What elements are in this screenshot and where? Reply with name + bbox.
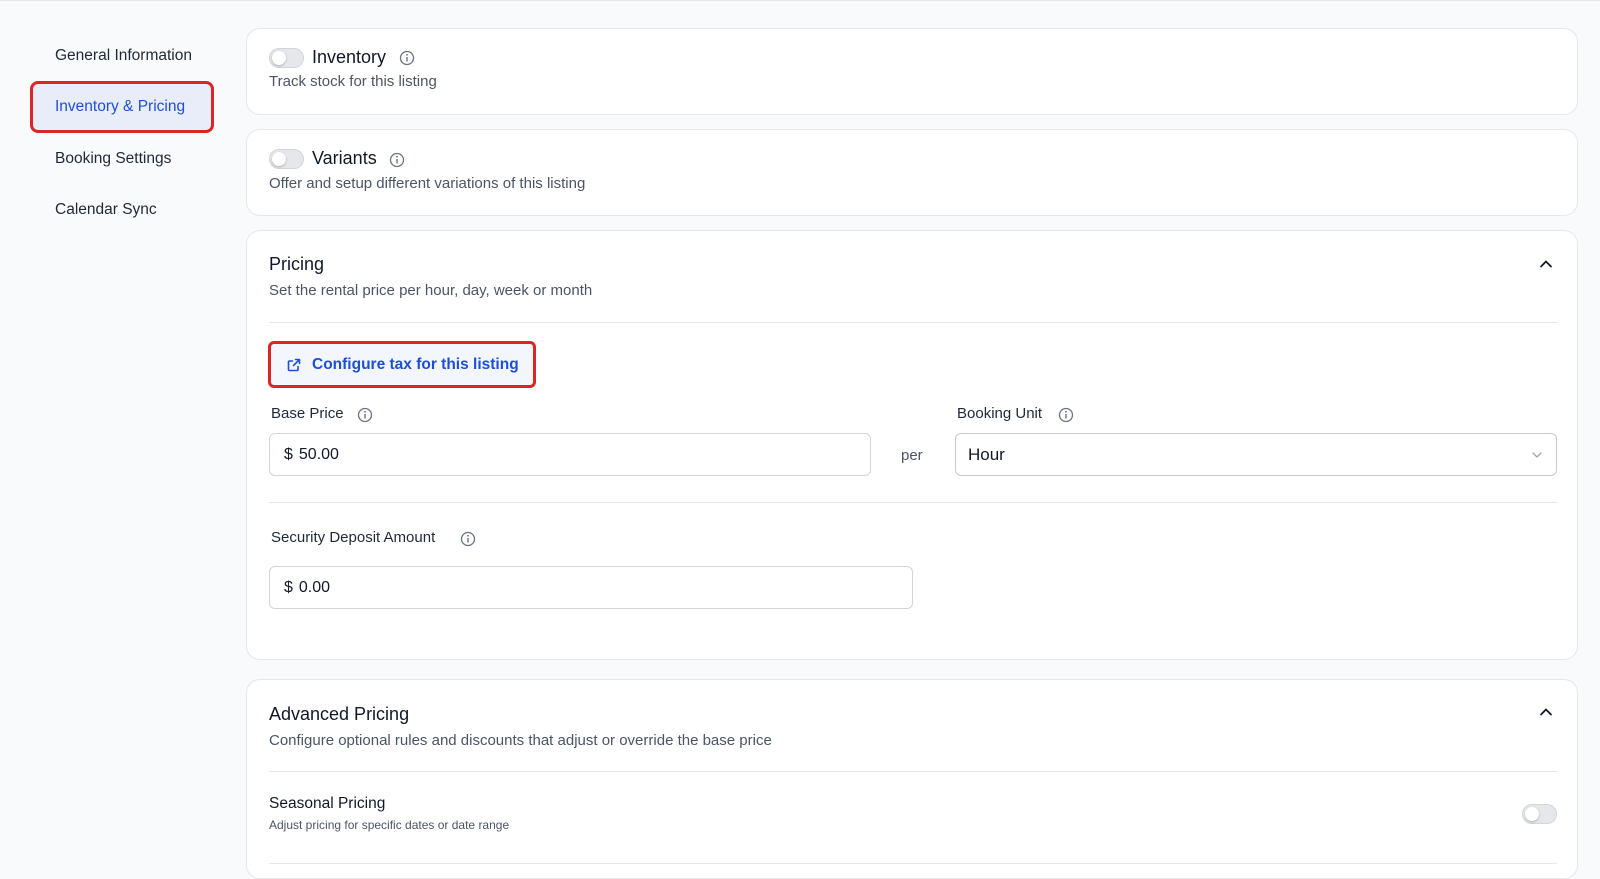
configure-tax-button[interactable]: Configure tax for this listing — [268, 341, 536, 388]
inventory-subtitle: Track stock for this listing — [269, 73, 437, 90]
sidebar-item-booking-settings[interactable]: Booking Settings — [32, 135, 212, 183]
booking-unit-value: Hour — [968, 444, 1005, 464]
info-circle-icon[interactable] — [389, 152, 405, 168]
seasonal-pricing-subtitle: Adjust pricing for specific dates or dat… — [269, 818, 510, 832]
booking-unit-label: Booking Unit — [957, 405, 1043, 422]
sidebar-item-inventory-pricing[interactable]: Inventory & Pricing — [30, 81, 214, 133]
chevron-up-icon[interactable] — [1537, 703, 1555, 721]
advanced-pricing-title: Advanced Pricing — [269, 704, 410, 724]
chevron-up-icon[interactable] — [1537, 255, 1555, 273]
variants-toggle[interactable] — [269, 149, 304, 169]
inventory-title: Inventory — [312, 47, 387, 67]
sidebar-item-calendar-sync[interactable]: Calendar Sync — [32, 186, 212, 234]
sidebar-item-label: Inventory & Pricing — [55, 98, 186, 115]
pricing-title: Pricing — [269, 254, 325, 274]
variants-subtitle: Offer and setup different variations of … — [269, 175, 586, 192]
inventory-toggle[interactable] — [269, 48, 304, 68]
variants-title: Variants — [312, 148, 377, 168]
pricing-card: Pricing Set the rental price per hour, d… — [246, 230, 1578, 660]
info-circle-icon[interactable] — [1058, 407, 1074, 423]
info-circle-icon[interactable] — [460, 531, 476, 547]
booking-unit-select[interactable]: Hour — [955, 433, 1557, 476]
sidebar-item-label: General Information — [55, 47, 192, 64]
security-deposit-label: Security Deposit Amount — [271, 529, 436, 546]
per-label: per — [901, 447, 923, 464]
info-circle-icon[interactable] — [357, 407, 373, 423]
base-price-input[interactable]: $ 50.00 — [269, 433, 871, 476]
currency-symbol: $ — [284, 445, 293, 463]
currency-symbol: $ — [284, 578, 293, 596]
top-border — [0, 0, 1600, 1]
seasonal-pricing-toggle[interactable] — [1522, 804, 1557, 824]
advanced-pricing-subtitle: Configure optional rules and discounts t… — [269, 732, 772, 749]
inventory-card: Inventory Track stock for this listing — [246, 28, 1578, 115]
configure-tax-label: Configure tax for this listing — [312, 355, 519, 373]
info-circle-icon[interactable] — [399, 50, 415, 66]
sidebar-item-label: Booking Settings — [55, 150, 172, 167]
security-deposit-input[interactable]: $ 0.00 — [269, 566, 913, 609]
seasonal-pricing-title: Seasonal Pricing — [269, 795, 386, 812]
advanced-pricing-card: Advanced Pricing Configure optional rule… — [246, 679, 1578, 879]
pricing-subtitle: Set the rental price per hour, day, week… — [269, 282, 593, 299]
external-link-icon — [287, 358, 301, 371]
chevron-down-icon — [1532, 452, 1542, 458]
pricing-divider — [269, 322, 1557, 323]
seasonal-divider — [269, 863, 1557, 864]
security-deposit-value: 0.00 — [298, 578, 331, 596]
sidebar-item-general-information[interactable]: General Information — [32, 32, 212, 80]
base-price-value: 50.00 — [298, 445, 339, 463]
advanced-pricing-divider — [269, 771, 1557, 772]
settings-sidebar: General Information Inventory & Pricing … — [0, 0, 240, 863]
sidebar-item-label: Calendar Sync — [55, 201, 157, 218]
variants-card: Variants Offer and setup different varia… — [246, 129, 1578, 216]
base-price-label: Base Price — [271, 405, 344, 422]
pricing-inner-divider — [269, 502, 1557, 503]
